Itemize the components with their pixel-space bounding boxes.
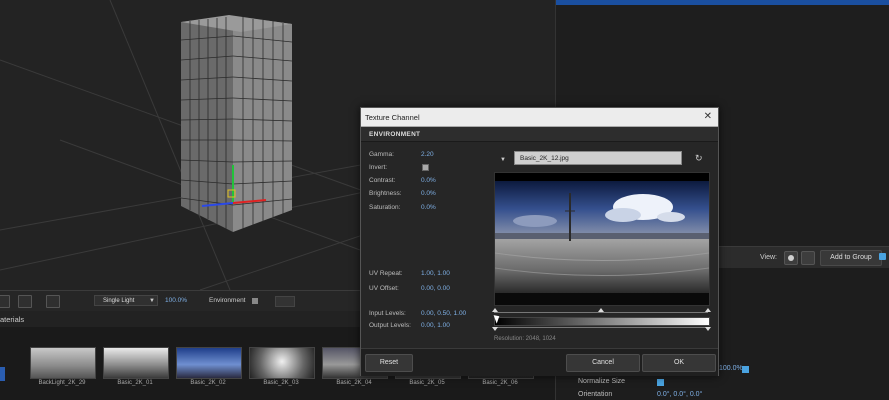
ok-button[interactable]: OK bbox=[642, 354, 716, 372]
environment-swatch[interactable] bbox=[275, 296, 295, 307]
material-thumb-2[interactable] bbox=[176, 347, 242, 379]
dialog-title: Texture Channel bbox=[365, 113, 420, 122]
output-white-handle[interactable] bbox=[705, 327, 711, 331]
normalize-size-label: Normalize Size bbox=[578, 378, 626, 385]
environment-toggle[interactable] bbox=[252, 298, 258, 304]
material-thumb-0[interactable] bbox=[30, 347, 96, 379]
material-label: Basic_2K_04 bbox=[336, 380, 372, 386]
sphere-icon bbox=[788, 255, 794, 261]
gamma-label: Gamma: bbox=[369, 151, 394, 158]
section-title: ENVIRONMENT bbox=[369, 131, 421, 138]
library-selection-indicator bbox=[0, 367, 5, 381]
chevron-down-icon: ▼ bbox=[149, 298, 155, 304]
texture-channel-dialog: Texture Channel ✕ ENVIRONMENT Gamma: 2.2… bbox=[360, 107, 719, 376]
uv-offset-label: UV Offset: bbox=[369, 285, 399, 292]
size-value[interactable]: 100.0% bbox=[719, 365, 743, 372]
environment-label: Environment bbox=[209, 297, 246, 304]
add-to-group-button[interactable]: Add to Group bbox=[820, 250, 882, 266]
building-model[interactable] bbox=[180, 15, 293, 232]
output-levels-value[interactable]: 0.00, 1.00 bbox=[421, 322, 450, 329]
cancel-button[interactable]: Cancel bbox=[566, 354, 640, 372]
move-tool-icon[interactable] bbox=[0, 295, 10, 308]
dialog-titlebar[interactable]: Texture Channel ✕ bbox=[361, 108, 718, 127]
material-label: BackLight_2K_29 bbox=[38, 380, 86, 386]
panorama-image bbox=[495, 173, 709, 305]
uv-repeat-label: UV Repeat: bbox=[369, 270, 403, 277]
brightness-value[interactable]: 0.0% bbox=[421, 190, 436, 197]
materials-title: aterials bbox=[0, 315, 25, 324]
saturation-label: Saturation: bbox=[369, 204, 401, 211]
resolution-label: Resolution: 2048, 1024 bbox=[494, 336, 556, 342]
light-mode-dropdown[interactable]: Single Light ▼ bbox=[94, 295, 158, 306]
material-thumb-1[interactable] bbox=[103, 347, 169, 379]
close-icon[interactable]: ✕ bbox=[704, 111, 712, 122]
axis-tool-icon[interactable] bbox=[46, 295, 60, 308]
input-levels-track bbox=[494, 312, 708, 313]
output-black-handle[interactable] bbox=[492, 327, 498, 331]
saturation-value[interactable]: 0.0% bbox=[421, 204, 436, 211]
input-mid-handle[interactable] bbox=[598, 308, 604, 312]
size-link-toggle[interactable] bbox=[742, 366, 749, 373]
panel-option-toggle[interactable] bbox=[879, 253, 886, 260]
levels-gradient-bar bbox=[494, 317, 710, 326]
environment-section-header: ENVIRONMENT bbox=[361, 127, 718, 142]
environment-preview bbox=[494, 172, 710, 306]
input-levels-value[interactable]: 0.00, 0.50, 1.00 bbox=[421, 310, 466, 317]
grid-view-button[interactable] bbox=[801, 251, 815, 265]
normalize-size-checkbox[interactable] bbox=[657, 379, 664, 386]
input-white-handle[interactable] bbox=[705, 308, 711, 312]
material-label: Basic_2K_01 bbox=[117, 380, 153, 386]
file-dropdown-arrow-icon[interactable]: ▼ bbox=[500, 157, 506, 163]
input-levels-label: Input Levels: bbox=[369, 310, 406, 317]
orientation-label: Orientation bbox=[578, 391, 613, 398]
light-mode-value: Single Light bbox=[103, 298, 135, 304]
reset-button[interactable]: Reset bbox=[365, 354, 413, 372]
refresh-icon[interactable]: ↻ bbox=[695, 153, 707, 164]
invert-checkbox[interactable] bbox=[422, 164, 429, 171]
material-label: Basic_2K_05 bbox=[409, 380, 445, 386]
light-intensity-value[interactable]: 100.0% bbox=[165, 297, 187, 304]
uv-repeat-value[interactable]: 1.00, 1.00 bbox=[421, 270, 450, 277]
invert-label: Invert: bbox=[369, 164, 388, 171]
dialog-footer: Reset Cancel OK bbox=[361, 348, 718, 376]
contrast-value[interactable]: 0.0% bbox=[421, 177, 436, 184]
material-thumb-3[interactable] bbox=[249, 347, 315, 379]
right-panel-active-bar bbox=[556, 0, 889, 5]
contrast-label: Contrast: bbox=[369, 177, 396, 184]
uv-offset-value[interactable]: 0.00, 0.00 bbox=[421, 285, 450, 292]
sphere-view-button[interactable] bbox=[784, 251, 798, 265]
input-black-handle[interactable] bbox=[492, 308, 498, 312]
material-label: Basic_2K_06 bbox=[482, 380, 518, 386]
brightness-label: Brightness: bbox=[369, 190, 402, 197]
gamma-value[interactable]: 2.20 bbox=[421, 151, 434, 158]
frame-tool-icon[interactable] bbox=[18, 295, 32, 308]
view-label: View: bbox=[760, 254, 777, 261]
orientation-value[interactable]: 0.0°, 0.0°, 0.0° bbox=[657, 391, 702, 398]
material-label: Basic_2K_02 bbox=[190, 380, 226, 386]
material-label: Basic_2K_03 bbox=[263, 380, 299, 386]
output-levels-label: Output Levels: bbox=[369, 322, 411, 329]
output-levels-track bbox=[494, 327, 708, 328]
texture-file-field[interactable]: Basic_2K_12.jpg bbox=[514, 151, 682, 165]
